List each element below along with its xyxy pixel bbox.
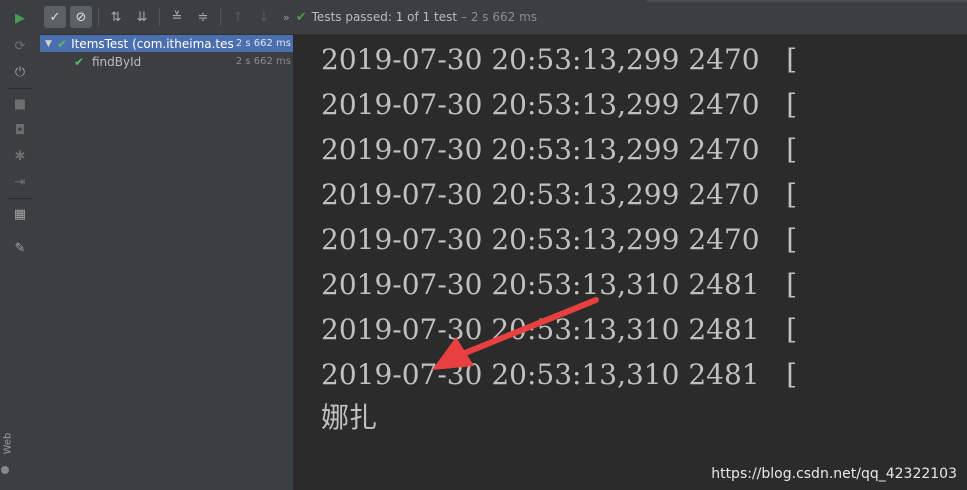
arrow-shaft — [462, 297, 599, 356]
annotation-arrow — [432, 297, 599, 370]
